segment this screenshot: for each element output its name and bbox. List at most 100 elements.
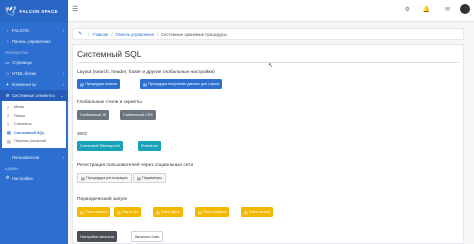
sidebar-item-system-elements[interactable]: ⚙ Системные элементы ⌄: [0, 90, 68, 101]
speedometer-icon: ◔: [6, 39, 9, 44]
submenu-item-menu[interactable]: ≡ Меню: [2, 103, 66, 112]
chevron-left-icon: ‹: [62, 154, 65, 160]
main-card: Системный SQL Layout (search, header, fo…: [72, 44, 464, 244]
run-every-month-button[interactable]: ▤ Раз в месяц: [241, 207, 273, 217]
submenu-item-solution-transfer[interactable]: ▤ Перенос решений: [2, 137, 66, 146]
doc-icon: ▤: [117, 209, 121, 215]
sitemap-button[interactable]: Статичный Sitemap.xml: [77, 141, 124, 151]
button-label: Раз в неделю: [203, 210, 227, 214]
doc-icon: ▤: [80, 81, 84, 87]
code-icon: ‹›: [6, 71, 9, 76]
top-bar: ☰ ⚙ 🔔 ✉: [68, 0, 474, 22]
button-label: Раз в месяц: [249, 210, 270, 214]
sidebar-item-label: Системные элементы: [12, 93, 55, 98]
gear-icon: ⚙: [5, 175, 10, 180]
button-label: Раз в час: [122, 210, 139, 214]
button-label: Каталоги Lists: [135, 234, 160, 239]
section-label-seo: SEO: [77, 132, 88, 137]
section-label-registration: Регистрация пользователей через социальн…: [77, 163, 194, 168]
sidebar-item-label: HTML-блоки: [12, 71, 36, 76]
chevron-left-icon: ‹: [62, 71, 65, 76]
catalog-lists-button[interactable]: Каталоги Lists: [131, 231, 164, 242]
sidebar-item-pages[interactable]: ▭ Страницы: [0, 57, 68, 68]
list-icon: ≡: [7, 104, 10, 110]
catalog-settings-button[interactable]: Настройки каталога: [77, 231, 118, 242]
doc-icon: ▤: [198, 209, 202, 215]
menu-toggle-icon[interactable]: ☰: [72, 5, 78, 13]
button-label: Параметры: [142, 176, 162, 180]
doc-icon: ▤: [7, 130, 11, 136]
button-label: Раз в минуту: [85, 210, 108, 214]
sidebar-item-settings[interactable]: ⚙ Настройки: [0, 173, 68, 184]
button-label: Раз в день: [161, 210, 180, 214]
submenu-item-languages[interactable]: ≡ Языки: [2, 112, 66, 121]
bell-icon[interactable]: 🔔: [423, 6, 430, 13]
breadcrumb-separator: /: [156, 31, 159, 37]
section-label-periodic: Периодический запуск: [77, 197, 128, 202]
doc-icon: ▤: [156, 209, 160, 215]
chevron-left-icon: ‹: [62, 82, 65, 87]
doc-icon: ▤: [80, 209, 84, 215]
sidebar-item-label: Панель управления: [12, 39, 51, 44]
global-js-button[interactable]: Глобальный JS: [77, 110, 110, 120]
section-label-layout: Layout (search, header, footer и другие …: [77, 70, 215, 75]
list-icon: ≡: [7, 121, 10, 127]
submenu-item-label: Сниппеты: [14, 122, 32, 127]
sidebar-section-admin: АДМИН: [5, 166, 19, 171]
chevron-down-icon: ⌄: [60, 92, 64, 98]
breadcrumb-dashboard-link[interactable]: Панель управления: [116, 32, 154, 37]
layout-data-procedure-button[interactable]: ▤ Процедура получения данных для Layout: [140, 79, 223, 89]
page-title: Системный SQL: [77, 49, 142, 59]
list-icon: ≡: [7, 113, 10, 119]
button-label: Глобальный CSS: [123, 113, 153, 117]
button-label: Robots.txt: [141, 144, 158, 148]
sidebar-item-label: Настройки: [12, 175, 33, 181]
brand[interactable]: 🕊 FALCON SPACE: [0, 0, 68, 22]
sidebar-item-dashboard[interactable]: ◔ Панель управления: [0, 36, 68, 47]
breadcrumb-home-link[interactable]: Главная: [92, 32, 108, 37]
submenu-item-label: Меню: [14, 105, 25, 110]
mail-icon[interactable]: ✉: [445, 6, 450, 13]
sidebar-submenu: ≡ Меню ≡ Языки ≡ Сниппеты ▤ Системный SQ…: [2, 101, 66, 148]
sidebar-section-dev: РАЗРАБОТКА: [5, 51, 29, 55]
page-icon: ▭: [5, 59, 10, 65]
button-label: Настройки каталога: [80, 234, 115, 239]
submenu-item-snippets[interactable]: ≡ Сниппеты: [2, 120, 66, 129]
button-label: Глобальный JS: [80, 113, 107, 117]
doc-icon: ▤: [7, 138, 11, 144]
registration-procedure-button[interactable]: ▤ Процедура регистрации: [77, 173, 132, 183]
sidebar-item-falcon[interactable]: ▫ FALCON ‹: [0, 25, 68, 36]
registration-params-button[interactable]: ▤ Параметры: [133, 173, 166, 183]
doc-icon: ▤: [81, 175, 85, 181]
breadcrumb-separator: /: [111, 31, 113, 37]
button-label: Процедура получения данных для Layout: [148, 82, 220, 86]
sidebar-item-users[interactable]: 👤 Пользователи ‹: [0, 152, 68, 163]
user-icon: 👤: [5, 154, 11, 159]
chevron-left-icon: ‹: [62, 28, 65, 33]
run-every-minute-button[interactable]: ▤ Раз в минуту: [77, 207, 111, 217]
puzzle-icon: ✦: [5, 81, 10, 87]
breadcrumb-current: Системные хранимые процедуры: [161, 31, 227, 37]
breadcrumb: ✎ / Главная / Панель управления / Систем…: [72, 28, 464, 40]
run-every-day-button[interactable]: ▤ Раз в день: [153, 207, 183, 217]
button-label: Процедура поиска: [85, 82, 117, 86]
breadcrumb-separator: /: [88, 31, 90, 37]
run-every-hour-button[interactable]: ▤ Раз в час: [114, 207, 142, 217]
mouse-cursor-icon: ↖: [268, 63, 274, 69]
section-label-global: Глобальные стили и скрипты: [77, 100, 142, 105]
sidebar-item-html-blocks[interactable]: ‹› HTML-блоки ‹: [0, 68, 68, 79]
run-every-week-button[interactable]: ▤ Раз в неделю: [195, 207, 230, 217]
edit-icon[interactable]: ✎: [78, 31, 82, 37]
global-css-button[interactable]: Глобальный CSS: [120, 110, 156, 120]
avatar[interactable]: [460, 4, 470, 14]
sidebar: 🕊 FALCON SPACE ▫ FALCON ‹ ◔ Панель управ…: [0, 0, 68, 244]
gear-icon: ⚙: [5, 92, 10, 98]
button-label: Процедура регистрации: [86, 176, 128, 180]
settings-icon[interactable]: ⚙: [405, 6, 410, 13]
sidebar-item-components[interactable]: ✦ Компоненты ‹: [0, 79, 68, 90]
search-procedure-button[interactable]: ▤ Процедура поиска: [77, 79, 120, 89]
submenu-item-label: Перенос решений: [14, 139, 46, 144]
robots-button[interactable]: Robots.txt: [138, 141, 161, 151]
sidebar-item-label: FALCON: [12, 28, 29, 33]
submenu-item-system-sql[interactable]: ▤ Системный SQL: [2, 129, 66, 138]
